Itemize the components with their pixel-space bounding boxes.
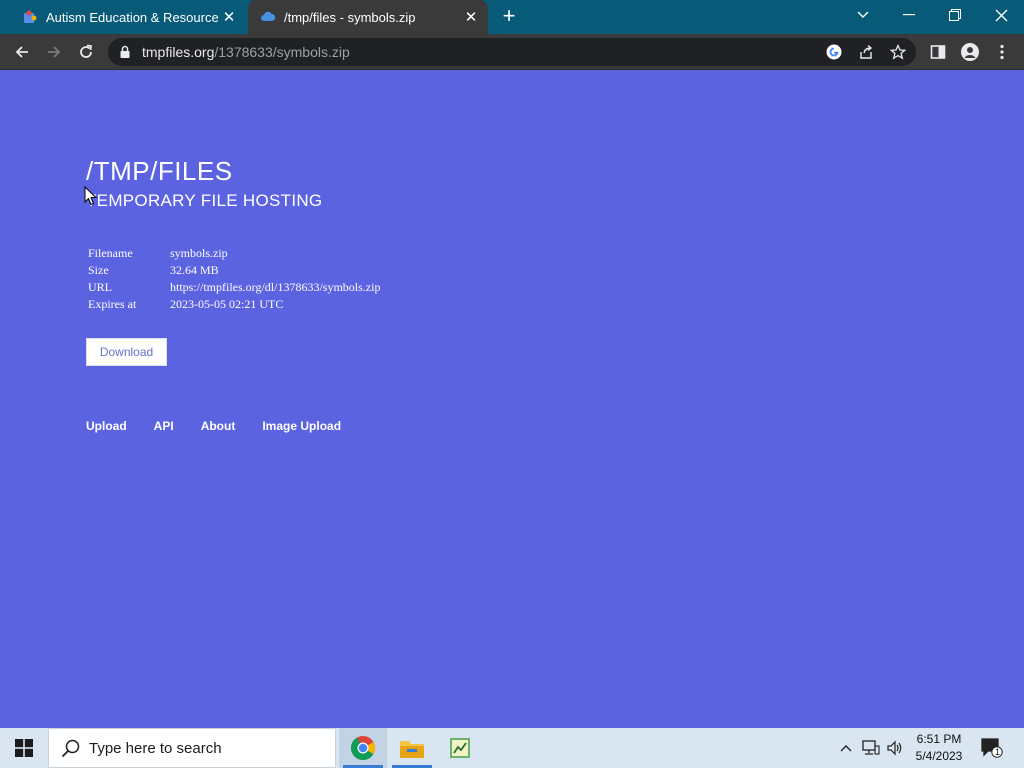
browser-toolbar: tmpfiles.org/1378633/symbols.zip bbox=[0, 34, 1024, 70]
network-icon[interactable] bbox=[860, 728, 882, 768]
new-tab-button[interactable]: + bbox=[497, 5, 521, 29]
forward-arrow-icon[interactable] bbox=[40, 38, 68, 66]
tab-tmpfiles[interactable]: /tmp/files - symbols.zip ✕ bbox=[248, 0, 488, 34]
footer-nav: Upload API About Image Upload bbox=[86, 419, 368, 433]
notification-center-icon[interactable]: 1 bbox=[978, 728, 1006, 768]
file-info-table: Filename symbols.zip Size 32.64 MB URL h… bbox=[88, 245, 380, 313]
side-panel-icon[interactable] bbox=[924, 38, 952, 66]
tab-strip: Autism Education & Resources | A ✕ /tmp/… bbox=[0, 0, 1024, 34]
bookmark-star-icon[interactable] bbox=[888, 42, 908, 62]
expires-value: 2023-05-05 02:21 UTC bbox=[170, 297, 284, 311]
footer-link-upload[interactable]: Upload bbox=[86, 419, 127, 433]
footer-link-about[interactable]: About bbox=[201, 419, 236, 433]
file-info-label: Size bbox=[88, 263, 109, 277]
clock-date: 5/4/2023 bbox=[915, 749, 963, 763]
close-tab-icon[interactable]: ✕ bbox=[460, 6, 482, 28]
back-arrow-icon[interactable] bbox=[8, 38, 36, 66]
search-placeholder: Type here to search bbox=[89, 739, 222, 757]
file-info-label: URL bbox=[88, 280, 112, 294]
tab-search-chevron-icon[interactable] bbox=[840, 0, 886, 30]
page-title: /TMP/FILES bbox=[86, 156, 233, 186]
file-info-row: Expires at 2023-05-05 02:21 UTC bbox=[88, 296, 380, 313]
profile-avatar-icon[interactable] bbox=[956, 38, 984, 66]
lock-icon[interactable] bbox=[118, 45, 132, 59]
search-icon bbox=[61, 739, 80, 758]
taskbar-file-explorer[interactable] bbox=[388, 728, 436, 768]
mouse-cursor-icon bbox=[84, 186, 98, 206]
windows-logo-icon bbox=[15, 739, 33, 757]
address-bar[interactable]: tmpfiles.org/1378633/symbols.zip bbox=[108, 38, 916, 66]
page-subtitle: TEMPORARY FILE HOSTING bbox=[86, 191, 323, 210]
close-tab-icon[interactable]: ✕ bbox=[218, 6, 240, 28]
chrome-icon bbox=[351, 736, 376, 761]
taskbar: Type here to search 6:51 PM 5/4/2023 1 bbox=[0, 728, 1024, 768]
file-info-label: Filename bbox=[88, 246, 133, 260]
file-info-row: Filename symbols.zip bbox=[88, 245, 380, 262]
file-info-row: URL https://tmpfiles.org/dl/1378633/symb… bbox=[88, 279, 380, 296]
folder-icon bbox=[400, 741, 424, 758]
page-content: /TMP/FILES TEMPORARY FILE HOSTING Filena… bbox=[0, 70, 1024, 728]
notepad-chart-icon bbox=[450, 738, 470, 758]
file-info-label: Expires at bbox=[88, 297, 137, 311]
url-path: /1378633/symbols.zip bbox=[214, 44, 350, 60]
minimize-icon[interactable] bbox=[886, 0, 932, 30]
taskbar-app-editor[interactable] bbox=[436, 728, 484, 768]
menu-kebab-icon[interactable] bbox=[988, 38, 1016, 66]
clock-time: 6:51 PM bbox=[916, 732, 962, 746]
cloud-icon bbox=[261, 11, 276, 21]
taskbar-search-box[interactable]: Type here to search bbox=[48, 728, 336, 768]
close-window-icon[interactable] bbox=[978, 0, 1024, 30]
url-text: tmpfiles.org/1378633/symbols.zip bbox=[142, 44, 350, 60]
footer-link-api[interactable]: API bbox=[154, 419, 174, 433]
file-info-row: Size 32.64 MB bbox=[88, 262, 380, 279]
tab-title: Autism Education & Resources | A bbox=[46, 9, 218, 25]
restore-icon[interactable] bbox=[932, 0, 978, 30]
notification-count: 1 bbox=[995, 747, 1001, 757]
reload-icon[interactable] bbox=[72, 38, 100, 66]
tab-autism-education[interactable]: Autism Education & Resources | A ✕ bbox=[8, 0, 246, 34]
footer-link-image-upload[interactable]: Image Upload bbox=[262, 419, 341, 433]
filename-value: symbols.zip bbox=[170, 246, 228, 260]
download-button[interactable]: Download bbox=[86, 338, 167, 366]
show-hidden-icons-chevron-icon[interactable] bbox=[836, 728, 856, 768]
start-button[interactable] bbox=[0, 728, 48, 768]
tab-title: /tmp/files - symbols.zip bbox=[284, 9, 416, 25]
size-value: 32.64 MB bbox=[170, 263, 219, 277]
taskbar-clock[interactable]: 6:51 PM 5/4/2023 bbox=[908, 731, 970, 765]
google-icon[interactable] bbox=[824, 42, 844, 62]
share-icon[interactable] bbox=[856, 42, 876, 62]
url-value: https://tmpfiles.org/dl/1378633/symbols.… bbox=[170, 280, 381, 294]
volume-icon[interactable] bbox=[884, 728, 906, 768]
url-host: tmpfiles.org bbox=[142, 44, 215, 60]
puzzle-piece-icon bbox=[24, 10, 37, 23]
taskbar-chrome[interactable] bbox=[339, 728, 387, 768]
